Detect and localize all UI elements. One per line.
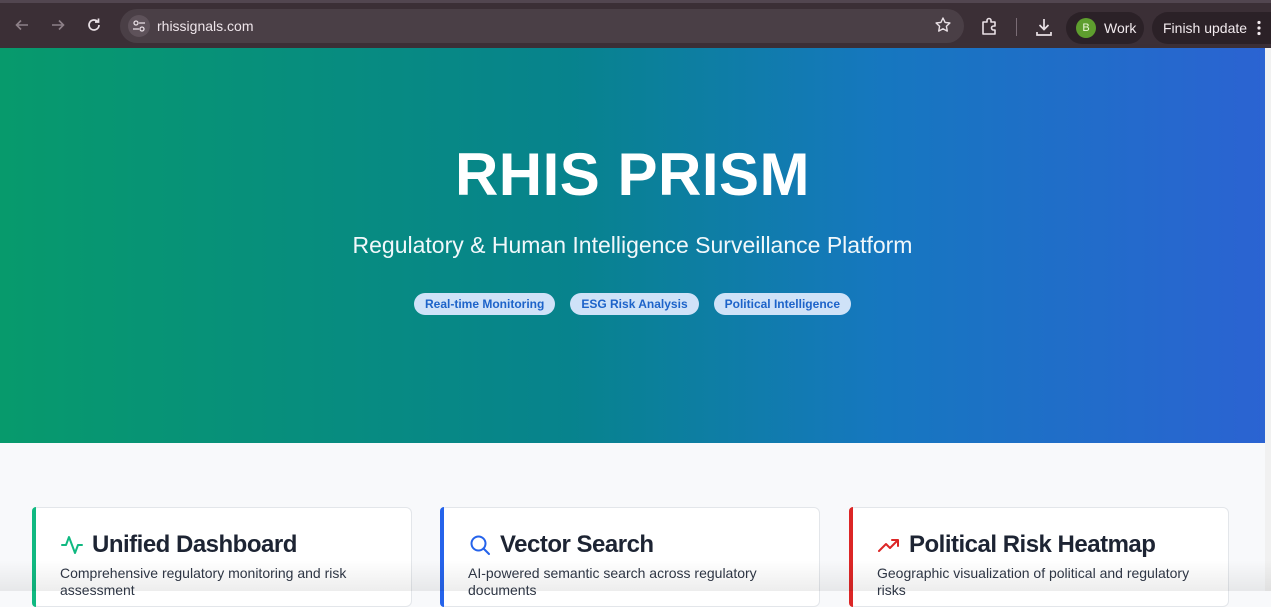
toolbar-divider xyxy=(1016,18,1017,36)
forward-button[interactable] xyxy=(46,13,70,37)
card-title: Vector Search xyxy=(500,531,654,558)
hero-subtitle: Regulatory & Human Intelligence Surveill… xyxy=(352,232,913,258)
profile-button[interactable]: B Work xyxy=(1066,12,1144,44)
card-accent xyxy=(32,507,36,607)
tag-real-time-monitoring: Real-time Monitoring xyxy=(414,293,556,315)
arrow-right-icon xyxy=(52,19,65,31)
bookmark-star-icon[interactable] xyxy=(934,16,952,39)
tag-esg-risk-analysis: ESG Risk Analysis xyxy=(570,293,699,315)
reload-icon xyxy=(88,18,100,31)
card-description: Comprehensive regulatory monitoring and … xyxy=(60,565,347,598)
tag-political-intelligence: Political Intelligence xyxy=(713,293,851,315)
url-text[interactable]: rhissignals.com xyxy=(157,18,253,34)
avatar: B xyxy=(1076,18,1096,38)
arrow-left-icon xyxy=(15,19,28,31)
card-description: AI-powered semantic search across regula… xyxy=(468,565,757,598)
card-accent xyxy=(849,507,853,607)
page-scrollbar[interactable] xyxy=(1265,48,1271,591)
activity-icon xyxy=(61,536,83,554)
hero-banner: RHIS PRISM Regulatory & Human Intelligen… xyxy=(0,48,1265,443)
card-title: Unified Dashboard xyxy=(92,531,297,558)
reload-button[interactable] xyxy=(82,13,106,37)
finish-update-label: Finish update xyxy=(1163,20,1248,36)
profile-label: Work xyxy=(1104,20,1137,36)
tag-list: Real-time Monitoring ESG Risk Analysis P… xyxy=(0,293,1265,315)
feature-card-political-risk-heatmap[interactable]: Political Risk Heatmap Geographic visual… xyxy=(849,507,1229,607)
feature-card-unified-dashboard[interactable]: Unified Dashboard Comprehensive regulato… xyxy=(32,507,412,607)
more-vert-icon[interactable] xyxy=(1256,20,1262,41)
hero-title: RHIS PRISM xyxy=(454,141,811,208)
trending-up-icon xyxy=(878,539,899,552)
search-icon xyxy=(470,535,490,555)
site-settings-icon[interactable] xyxy=(128,15,150,37)
download-icon[interactable] xyxy=(1033,16,1055,43)
back-button[interactable] xyxy=(10,13,34,37)
extensions-icon[interactable] xyxy=(978,16,1000,43)
card-description: Geographic visualization of political an… xyxy=(877,565,1190,598)
finish-update-button[interactable]: Finish update xyxy=(1152,12,1271,44)
address-bar[interactable]: rhissignals.com xyxy=(120,9,964,43)
feature-card-vector-search[interactable]: Vector Search AI-powered semantic search… xyxy=(440,507,820,607)
card-accent xyxy=(440,507,444,607)
card-title: Political Risk Heatmap xyxy=(909,531,1156,558)
browser-toolbar: rhissignals.com B Work Finish update xyxy=(0,0,1271,48)
